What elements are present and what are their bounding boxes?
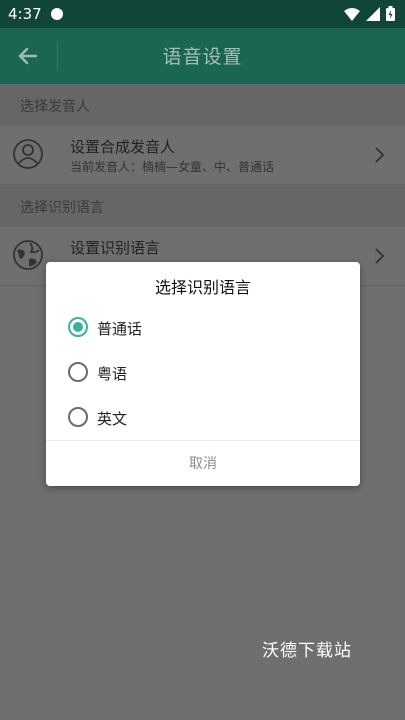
option-label: 粤语 bbox=[97, 365, 128, 383]
dialog-divider bbox=[46, 440, 360, 441]
watermark-text: 沃德下载站 bbox=[262, 641, 352, 661]
radio-checked-icon[interactable] bbox=[68, 317, 88, 337]
option-english[interactable]: 英文 bbox=[66, 400, 336, 436]
radio-unchecked-icon[interactable] bbox=[68, 407, 88, 427]
cell-signal-icon bbox=[366, 6, 380, 21]
app-bar: 语音设置 bbox=[0, 28, 405, 84]
chevron-right-icon bbox=[375, 147, 385, 163]
radio-unchecked-icon[interactable] bbox=[68, 362, 88, 382]
globe-icon bbox=[13, 240, 43, 270]
notification-dot-icon bbox=[51, 8, 63, 20]
language-select-dialog: 选择识别语言 普通话 粤语 英文 取消 bbox=[46, 262, 360, 486]
section-header-label: 选择发音人 bbox=[20, 99, 90, 115]
row-title: 设置识别语言 bbox=[70, 239, 161, 257]
section-header-speaker: 选择发音人 bbox=[0, 84, 405, 126]
status-bar: 4:37 bbox=[0, 0, 405, 28]
option-cantonese[interactable]: 粤语 bbox=[66, 355, 336, 391]
section-header-label: 选择识别语言 bbox=[20, 200, 104, 216]
battery-icon bbox=[386, 6, 395, 21]
wifi-icon bbox=[344, 7, 360, 21]
option-label: 普通话 bbox=[97, 320, 143, 338]
option-mandarin[interactable]: 普通话 bbox=[66, 310, 336, 346]
page-title: 语音设置 bbox=[162, 46, 243, 68]
person-icon bbox=[13, 139, 43, 169]
status-icons bbox=[344, 6, 395, 21]
chevron-right-icon bbox=[375, 248, 385, 264]
status-time: 4:37 bbox=[8, 5, 42, 23]
cancel-button[interactable]: 取消 bbox=[46, 442, 360, 486]
row-title: 设置合成发音人 bbox=[70, 138, 176, 156]
dialog-title: 选择识别语言 bbox=[154, 278, 251, 297]
section-header-language: 选择识别语言 bbox=[0, 185, 405, 227]
option-label: 英文 bbox=[97, 410, 128, 428]
row-set-synthesis-speaker[interactable]: 设置合成发音人 当前发音人：楠楠—女童、中、普通话 bbox=[0, 126, 405, 185]
row-subtitle: 当前发音人：楠楠—女童、中、普通话 bbox=[70, 160, 275, 174]
